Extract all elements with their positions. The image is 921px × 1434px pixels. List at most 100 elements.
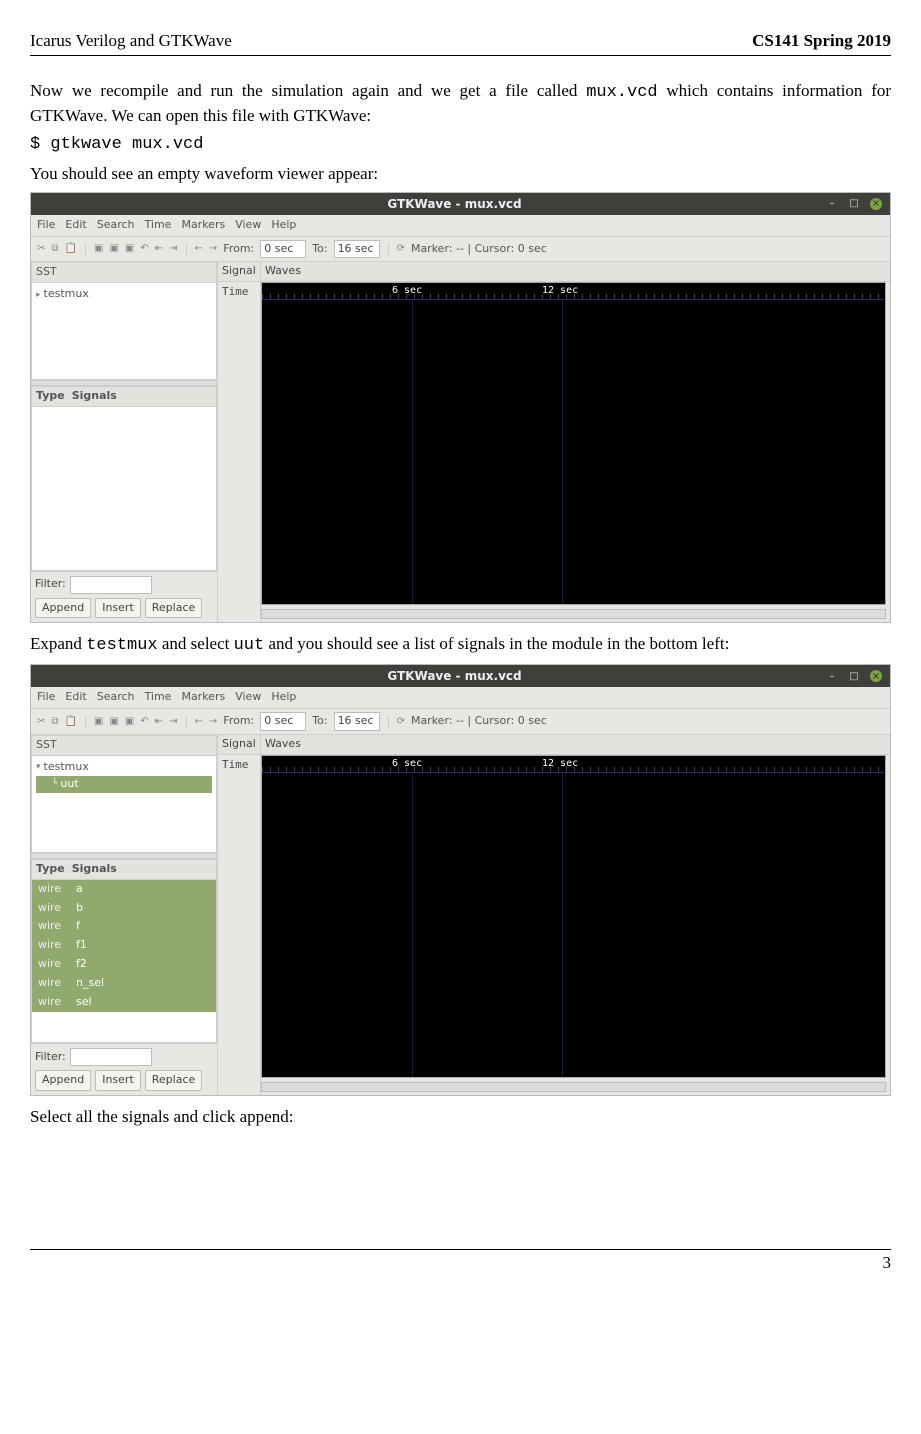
tree-row-testmux[interactable]: ▾ testmux bbox=[36, 759, 212, 776]
header-course: CS141 Spring 2019 bbox=[752, 30, 891, 53]
menu-markers[interactable]: Markers bbox=[181, 690, 225, 705]
cut-icon[interactable]: ✂ bbox=[37, 242, 45, 256]
close-icon[interactable]: × bbox=[870, 198, 882, 210]
zoom-out-icon[interactable]: ▣ bbox=[125, 715, 134, 729]
col-type: Type bbox=[36, 389, 65, 402]
tree-row-uut[interactable]: └ uut bbox=[36, 776, 212, 793]
text: Now we recompile and run the simulation … bbox=[30, 81, 586, 100]
tree-label: uut bbox=[60, 777, 78, 792]
menu-markers[interactable]: Markers bbox=[181, 218, 225, 233]
collapse-icon[interactable]: ▾ bbox=[36, 761, 41, 773]
menu-time[interactable]: Time bbox=[145, 218, 172, 233]
to-input[interactable]: 16 sec bbox=[334, 240, 380, 259]
signal-type: wire bbox=[38, 919, 68, 934]
menu-view[interactable]: View bbox=[235, 218, 261, 233]
tree-label: testmux bbox=[44, 760, 89, 775]
menu-edit[interactable]: Edit bbox=[65, 218, 86, 233]
from-input[interactable]: 0 sec bbox=[260, 240, 306, 259]
from-input[interactable]: 0 sec bbox=[260, 712, 306, 731]
menu-file[interactable]: File bbox=[37, 690, 55, 705]
reload-icon[interactable]: ⟳ bbox=[397, 242, 405, 256]
maximize-icon[interactable]: □ bbox=[848, 198, 860, 210]
time-label: Time bbox=[222, 758, 249, 771]
insert-button[interactable]: Insert bbox=[95, 1070, 141, 1091]
signal-row[interactable]: wiref2 bbox=[32, 955, 216, 974]
menu-search[interactable]: Search bbox=[97, 690, 135, 705]
horizontal-scrollbar[interactable] bbox=[261, 609, 886, 619]
insert-button[interactable]: Insert bbox=[95, 598, 141, 619]
paste-icon[interactable]: 📋 bbox=[65, 715, 77, 729]
toolbar: ✂ ⧉ 📋 ▣ ▣ ▣ ↶ ⇤ ⇥ ← → From: 0 sec To: 16… bbox=[31, 709, 890, 735]
cut-icon[interactable]: ✂ bbox=[37, 715, 45, 729]
reload-icon[interactable]: ⟳ bbox=[397, 715, 405, 729]
prev-icon[interactable]: ← bbox=[195, 715, 203, 729]
undo-icon[interactable]: ↶ bbox=[140, 715, 148, 729]
paragraph-1: Now we recompile and run the simulation … bbox=[30, 80, 891, 128]
gtkwave-window-1: GTKWave - mux.vcd – □ × File Edit Search… bbox=[30, 192, 891, 624]
signal-row[interactable]: wiresel bbox=[32, 993, 216, 1012]
text: and select bbox=[158, 634, 234, 653]
signal-name: f1 bbox=[76, 938, 87, 953]
signal-type: wire bbox=[38, 938, 68, 953]
filter-input[interactable] bbox=[70, 1048, 152, 1066]
append-button[interactable]: Append bbox=[35, 598, 91, 619]
menu-view[interactable]: View bbox=[235, 690, 261, 705]
zoom-fit-icon[interactable]: ▣ bbox=[94, 715, 103, 729]
signal-row[interactable]: wireb bbox=[32, 899, 216, 918]
start-icon[interactable]: ⇤ bbox=[155, 715, 163, 729]
waveform-area[interactable]: 6 sec 12 sec bbox=[261, 282, 886, 605]
minimize-icon[interactable]: – bbox=[826, 198, 838, 210]
signal-row[interactable]: wiref bbox=[32, 917, 216, 936]
menu-file[interactable]: File bbox=[37, 218, 55, 233]
expand-icon[interactable]: ▸ bbox=[36, 289, 41, 301]
sst-tree[interactable]: ▾ testmux └ uut bbox=[31, 756, 217, 853]
code-inline: mux.vcd bbox=[586, 83, 657, 102]
end-icon[interactable]: ⇥ bbox=[169, 242, 177, 256]
signal-row[interactable]: wiren_sel bbox=[32, 974, 216, 993]
undo-icon[interactable]: ↶ bbox=[140, 242, 148, 256]
replace-button[interactable]: Replace bbox=[145, 598, 203, 619]
to-input[interactable]: 16 sec bbox=[334, 712, 380, 731]
zoom-in-icon[interactable]: ▣ bbox=[109, 242, 118, 256]
next-icon[interactable]: → bbox=[209, 715, 217, 729]
page-header: Icarus Verilog and GTKWave CS141 Spring … bbox=[30, 30, 891, 56]
start-icon[interactable]: ⇤ bbox=[155, 242, 163, 256]
col-signals: Signals bbox=[72, 389, 117, 402]
close-icon[interactable]: × bbox=[870, 670, 882, 682]
signals-list[interactable]: wireawirebwirefwiref1wiref2wiren_selwire… bbox=[31, 880, 217, 1043]
zoom-in-icon[interactable]: ▣ bbox=[109, 715, 118, 729]
waves-header: Waves bbox=[261, 262, 890, 282]
next-icon[interactable]: → bbox=[209, 242, 217, 256]
marker-cursor-label: Marker: -- | Cursor: 0 sec bbox=[411, 714, 547, 729]
signal-names-column[interactable]: Time bbox=[218, 282, 260, 622]
paste-icon[interactable]: 📋 bbox=[65, 242, 77, 256]
copy-icon[interactable]: ⧉ bbox=[51, 715, 58, 729]
copy-icon[interactable]: ⧉ bbox=[51, 242, 58, 256]
to-label: To: bbox=[312, 242, 327, 257]
menu-search[interactable]: Search bbox=[97, 218, 135, 233]
signals-list[interactable] bbox=[31, 407, 217, 570]
menu-help[interactable]: Help bbox=[271, 218, 296, 233]
menu-edit[interactable]: Edit bbox=[65, 690, 86, 705]
minimize-icon[interactable]: – bbox=[826, 670, 838, 682]
zoom-fit-icon[interactable]: ▣ bbox=[94, 242, 103, 256]
signal-names-column[interactable]: Time bbox=[218, 755, 260, 1095]
menu-time[interactable]: Time bbox=[145, 690, 172, 705]
filter-input[interactable] bbox=[70, 576, 152, 594]
waveform-area[interactable]: 6 sec 12 sec bbox=[261, 755, 886, 1078]
tree-row-testmux[interactable]: ▸ testmux bbox=[36, 286, 212, 303]
titlebar: GTKWave - mux.vcd – □ × bbox=[31, 193, 890, 215]
sst-tree[interactable]: ▸ testmux bbox=[31, 283, 217, 380]
menubar: File Edit Search Time Markers View Help bbox=[31, 215, 890, 237]
replace-button[interactable]: Replace bbox=[145, 1070, 203, 1091]
prev-icon[interactable]: ← bbox=[195, 242, 203, 256]
type-signals-header: Type Signals bbox=[31, 859, 217, 880]
menu-help[interactable]: Help bbox=[271, 690, 296, 705]
append-button[interactable]: Append bbox=[35, 1070, 91, 1091]
end-icon[interactable]: ⇥ bbox=[169, 715, 177, 729]
signal-row[interactable]: wirea bbox=[32, 880, 216, 899]
signal-row[interactable]: wire f1 bbox=[32, 936, 216, 955]
horizontal-scrollbar[interactable] bbox=[261, 1082, 886, 1092]
maximize-icon[interactable]: □ bbox=[848, 670, 860, 682]
zoom-out-icon[interactable]: ▣ bbox=[125, 242, 134, 256]
